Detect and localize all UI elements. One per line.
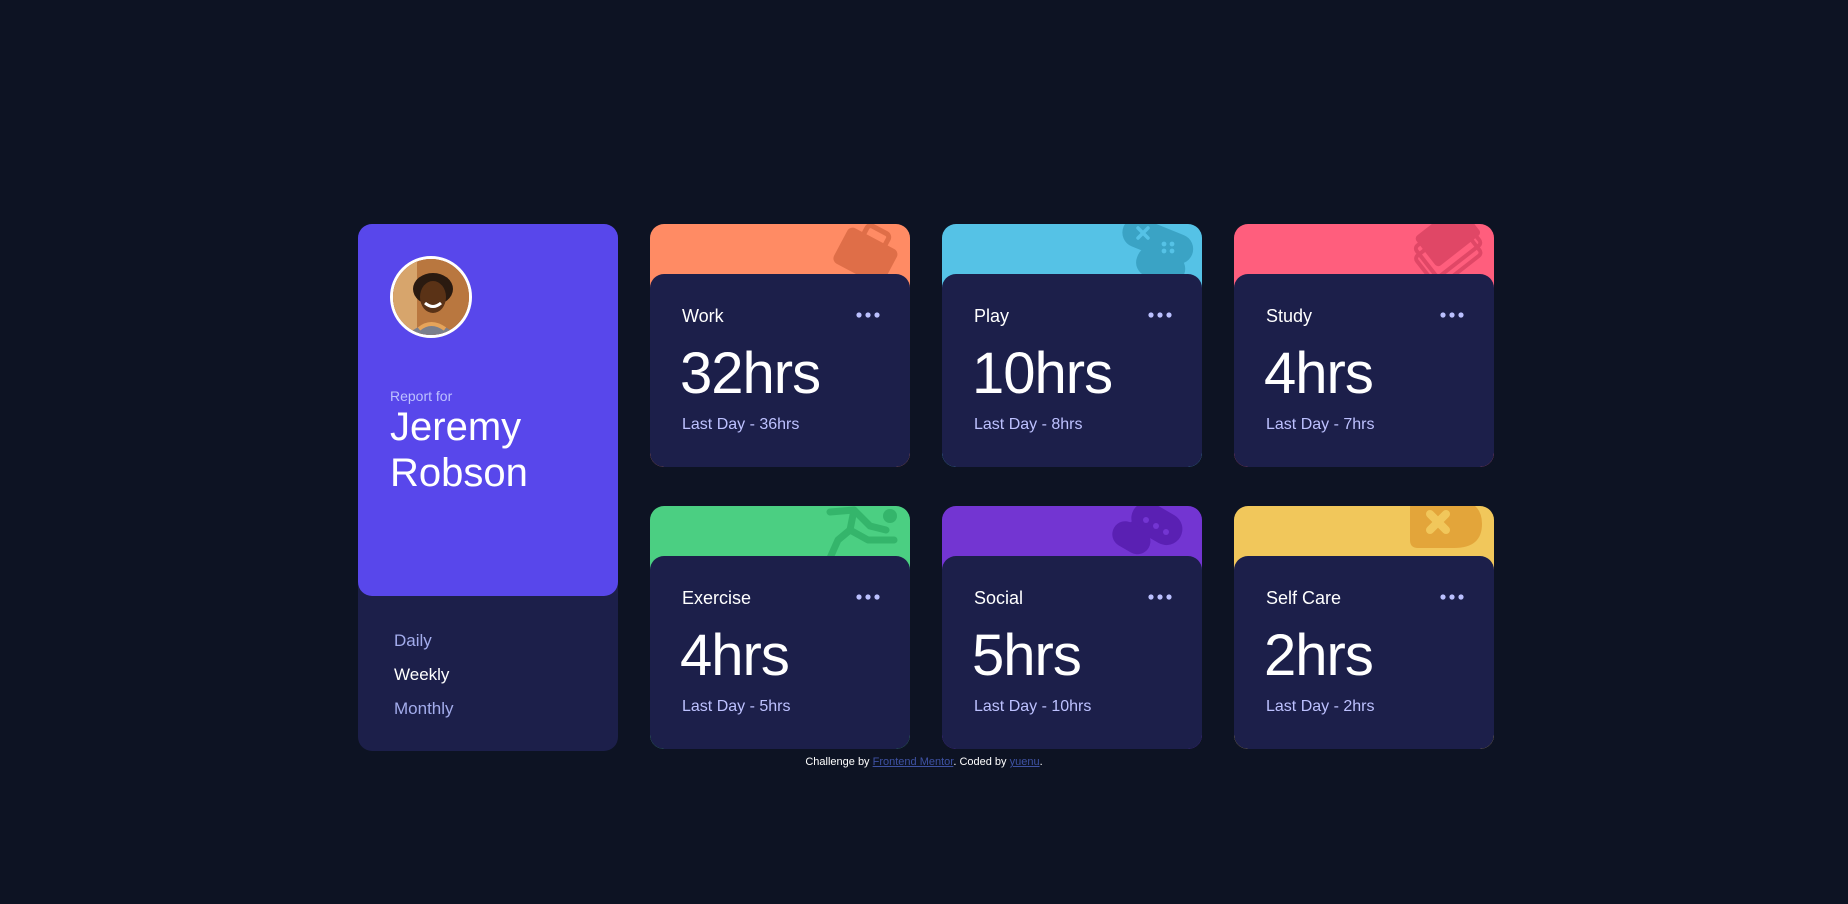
attribution-footer: Challenge by Frontend Mentor. Coded by y… — [0, 756, 1848, 768]
ellipsis-icon[interactable] — [856, 590, 880, 604]
frontend-mentor-link[interactable]: Frontend Mentor — [873, 756, 954, 768]
card-work: Work 32hrs Last Day - 36hrs — [650, 224, 910, 467]
card-body[interactable]: Play 10hrs Last Day - 8hrs — [942, 274, 1202, 467]
previous-hours: Last Day - 36hrs — [682, 416, 800, 433]
ellipsis-icon[interactable] — [1148, 308, 1172, 322]
card-body[interactable]: Exercise 4hrs Last Day - 5hrs — [650, 556, 910, 749]
card-title: Work — [682, 306, 724, 326]
card-title: Social — [974, 588, 1024, 608]
period-weekly[interactable]: Weekly — [394, 658, 454, 692]
card-body[interactable]: Social 5hrs Last Day - 10hrs — [942, 556, 1202, 749]
ellipsis-icon[interactable] — [1148, 590, 1172, 604]
user-name: Jeremy Robson — [390, 405, 528, 495]
card-title: Self Care — [1266, 588, 1342, 608]
ellipsis-icon[interactable] — [856, 308, 880, 322]
report-for-label: Report for — [390, 388, 453, 404]
card-play: Play 10hrs Last Day - 8hrs — [942, 224, 1202, 467]
author-link[interactable]: yuenu — [1010, 756, 1040, 768]
profile-header: Report for Jeremy Robson — [358, 224, 618, 596]
ellipsis-icon[interactable] — [1440, 590, 1464, 604]
avatar — [390, 256, 472, 338]
card-title: Exercise — [682, 588, 752, 608]
card-body[interactable]: Study 4hrs Last Day - 7hrs — [1234, 274, 1494, 467]
previous-hours: Last Day - 8hrs — [974, 416, 1083, 433]
period-monthly[interactable]: Monthly — [394, 692, 454, 726]
current-hours: 32hrs — [680, 341, 821, 406]
time-tracking-dashboard: Report for Jeremy Robson Daily Weekly Mo… — [358, 224, 1494, 751]
current-hours: 4hrs — [1264, 341, 1374, 406]
card-study: Study 4hrs Last Day - 7hrs — [1234, 224, 1494, 467]
card-body[interactable]: Work 32hrs Last Day - 36hrs — [650, 274, 910, 467]
card-body[interactable]: Self Care 2hrs Last Day - 2hrs — [1234, 556, 1494, 749]
current-hours: 10hrs — [972, 341, 1113, 406]
footer-middle: . Coded by — [953, 756, 1010, 768]
current-hours: 5hrs — [972, 623, 1082, 688]
card-self-care: Self Care 2hrs Last Day - 2hrs — [1234, 506, 1494, 749]
card-title: Play — [974, 306, 1010, 326]
footer-suffix: . — [1039, 756, 1043, 768]
profile-card: Report for Jeremy Robson Daily Weekly Mo… — [358, 224, 618, 751]
card-title: Study — [1266, 306, 1313, 326]
period-switcher: Daily Weekly Monthly — [394, 624, 454, 726]
current-hours: 4hrs — [680, 623, 790, 688]
previous-hours: Last Day - 7hrs — [1266, 416, 1375, 433]
previous-hours: Last Day - 2hrs — [1266, 698, 1375, 715]
card-exercise: Exercise 4hrs Last Day - 5hrs — [650, 506, 910, 749]
period-daily[interactable]: Daily — [394, 624, 454, 658]
ellipsis-icon[interactable] — [1440, 308, 1464, 322]
footer-prefix: Challenge by — [805, 756, 873, 768]
previous-hours: Last Day - 5hrs — [682, 698, 791, 715]
previous-hours: Last Day - 10hrs — [974, 698, 1092, 715]
current-hours: 2hrs — [1264, 623, 1374, 688]
avatar-image — [393, 259, 469, 335]
card-social: Social 5hrs Last Day - 10hrs — [942, 506, 1202, 749]
